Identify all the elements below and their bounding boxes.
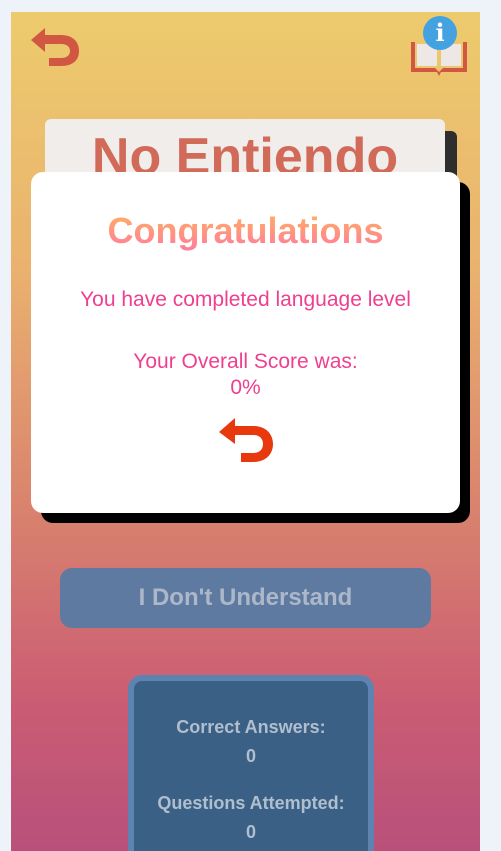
dialog-message: You have completed language level <box>80 288 411 311</box>
overall-score-label: Your Overall Score was: <box>133 350 358 373</box>
congratulations-dialog: Congratulations You have completed langu… <box>31 172 460 513</box>
dialog-back-arrow-icon[interactable] <box>213 414 277 466</box>
overall-score-value: 0% <box>230 376 261 399</box>
dialog-title: Congratulations <box>31 210 460 252</box>
